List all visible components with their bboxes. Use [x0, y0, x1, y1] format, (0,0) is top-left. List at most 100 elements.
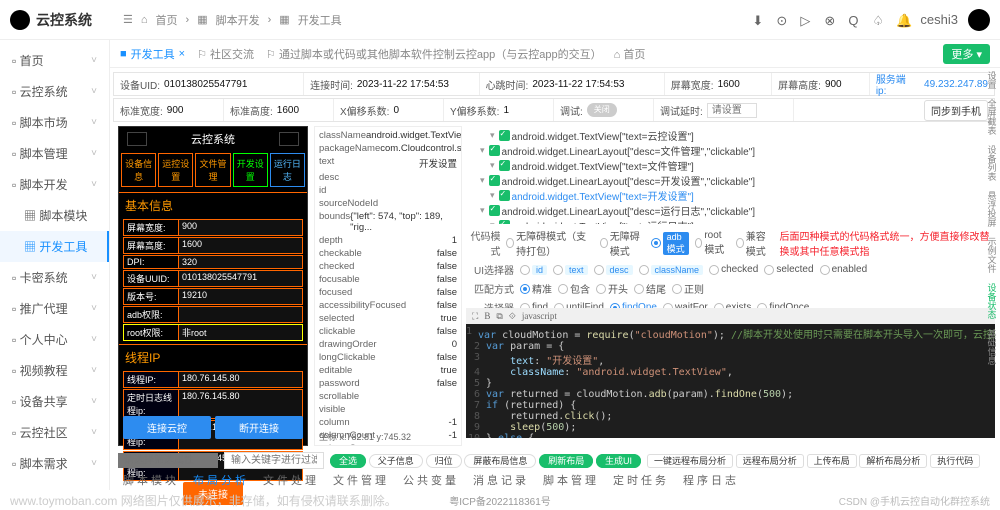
action-button[interactable]: 远程布局分析: [736, 454, 804, 468]
bottom-tab[interactable]: 消息记录: [473, 472, 529, 488]
option-className[interactable]: className: [639, 265, 704, 275]
tree-node[interactable]: ▾ android.widget.TextView["text=文件管理"]: [468, 158, 993, 173]
copy-icon[interactable]: ⧉: [496, 311, 502, 322]
device-tab[interactable]: 文件管理: [195, 153, 230, 187]
rail-item[interactable]: 示例文件: [986, 234, 999, 276]
pill-屏蔽布局信息[interactable]: 屏蔽布局信息: [464, 454, 536, 468]
bottom-tab[interactable]: 文件管理: [333, 472, 389, 488]
tree-node[interactable]: ▾ android.widget.TextView["text=云控设置"]: [468, 128, 993, 143]
device-tab[interactable]: 设备信息: [121, 153, 156, 187]
sidebar-item[interactable]: ▫ 脚本开发˅: [0, 169, 109, 200]
option-结尾[interactable]: 结尾: [634, 281, 666, 296]
sidebar-item[interactable]: ▫ 首页˅: [0, 45, 109, 76]
menu-icon[interactable]: [127, 132, 147, 146]
option-desc[interactable]: desc: [594, 265, 633, 275]
qq-icon[interactable]: Q: [848, 13, 862, 27]
sidebar-item[interactable]: ▫ 脚本管理˅: [0, 138, 109, 169]
sidebar-item[interactable]: ▫ 设备共享˅: [0, 386, 109, 417]
headphone-icon[interactable]: ⊙: [776, 13, 790, 27]
bell-icon[interactable]: 🔔: [896, 13, 910, 27]
option-enabled[interactable]: enabled: [820, 264, 868, 275]
sidebar-item[interactable]: ▫ 云控系统˅: [0, 76, 109, 107]
option-精准[interactable]: 精准: [520, 281, 552, 296]
action-button[interactable]: 上传布局: [807, 454, 857, 468]
play-icon[interactable]: ▷: [800, 13, 814, 27]
action-button[interactable]: 一键远程布局分析: [647, 454, 733, 468]
connect-button[interactable]: 连接云控: [123, 416, 211, 439]
bottom-tab[interactable]: 布局分析: [193, 472, 249, 488]
ui-tree[interactable]: ▾ android.widget.TextView["text=云控设置"]▾ …: [466, 126, 995, 224]
pill-父子信息[interactable]: 父子信息: [369, 454, 423, 468]
avatar-icon[interactable]: [968, 9, 990, 31]
option-text[interactable]: text: [553, 265, 588, 275]
pill-全选[interactable]: 全选: [330, 454, 366, 468]
option-正则[interactable]: 正则: [672, 281, 704, 296]
more-button[interactable]: 更多 ▾: [943, 44, 990, 64]
option-无障碍模式（支持打包）[interactable]: 无障碍模式（支持打包）: [506, 228, 594, 258]
rail-item[interactable]: 设备状态: [986, 280, 999, 322]
sync-button[interactable]: 同步到手机: [924, 100, 988, 121]
sidebar-item[interactable]: ▫ 卡密系统˅: [0, 262, 109, 293]
tree-node[interactable]: ▾ android.widget.LinearLayout["desc=文件管理…: [468, 143, 993, 158]
sidebar-item[interactable]: ▫ 脚本需求˅: [0, 448, 109, 479]
disconnect-button[interactable]: 断开连接: [215, 416, 303, 439]
bold-icon[interactable]: B: [484, 311, 490, 321]
action-button[interactable]: 执行代码: [930, 454, 980, 468]
tree-node[interactable]: ▾ android.widget.LinearLayout["desc=开发设置…: [468, 173, 993, 188]
delay-input[interactable]: [707, 103, 757, 118]
sidebar-item[interactable]: ▫ 脚本市场˅: [0, 107, 109, 138]
option-包含[interactable]: 包含: [558, 281, 590, 296]
right-icon[interactable]: [279, 132, 299, 146]
sidebar-item[interactable]: ▫ 云控社区˅: [0, 417, 109, 448]
filter-keyword-input[interactable]: [224, 452, 324, 469]
action-button[interactable]: 解析布局分析: [859, 454, 927, 468]
tree-node[interactable]: ▾ android.widget.LinearLayout["desc=运行日志…: [468, 203, 993, 218]
tab-home[interactable]: ⌂ 首页: [614, 46, 646, 62]
sidebar-item[interactable]: ▫ 个人中心˅: [0, 324, 109, 355]
rail-item[interactable]: 设备列表: [986, 142, 999, 184]
rail-item[interactable]: 设置: [986, 68, 999, 92]
debug-toggle[interactable]: 关闭: [587, 103, 617, 117]
tab-devtools[interactable]: ■ 开发工具 ×: [120, 46, 185, 62]
option-adb模式[interactable]: adb模式: [651, 232, 689, 255]
option-兼容模式[interactable]: 兼容模式: [736, 228, 773, 258]
sidebar-item[interactable]: ▫ 推广代理˅: [0, 293, 109, 324]
bottom-tab[interactable]: 公共变量: [403, 472, 459, 488]
hamburger-icon[interactable]: ☰: [123, 13, 133, 26]
bottom-tab[interactable]: 文件处理: [263, 472, 319, 488]
shirt-icon[interactable]: ♤: [872, 13, 886, 27]
device-tab[interactable]: 开发设置: [233, 153, 268, 187]
rail-item[interactable]: 基础信息: [986, 326, 999, 368]
rail-item[interactable]: 全屏截表: [986, 96, 999, 138]
option-root模式[interactable]: root模式: [695, 230, 730, 256]
device-tab[interactable]: 运控设置: [158, 153, 193, 187]
user-name[interactable]: ceshi3: [920, 12, 958, 27]
tree-node[interactable]: ▾ android.widget.TextView["text=开发设置"]: [468, 188, 993, 203]
download-icon[interactable]: ⬇: [752, 13, 766, 27]
code-editor[interactable]: ⛶ B ⧉ ⟐ javascript 1var cloudMotion = re…: [466, 308, 995, 438]
sidebar-item[interactable]: ▫ 视频教程˅: [0, 355, 109, 386]
option-id[interactable]: id: [520, 265, 547, 275]
tree-node[interactable]: ▾ android.widget.TextView["text=运行日志"]: [468, 218, 993, 224]
pill-归位[interactable]: 归位: [426, 454, 462, 468]
expand-icon[interactable]: ⛶: [472, 311, 478, 322]
server-ip[interactable]: 49.232.247.89: [924, 79, 988, 90]
format-icon[interactable]: ⟐: [509, 311, 516, 322]
tab-community[interactable]: ⚐ 社区交流: [197, 46, 254, 62]
pill-刷新布局[interactable]: 刷新布局: [539, 454, 593, 468]
sidebar-subitem[interactable]: ▦ 脚本模块: [0, 200, 109, 231]
option-无障碍模式[interactable]: 无障碍模式: [600, 228, 645, 258]
bottom-tab[interactable]: 脚本管理: [543, 472, 599, 488]
bottom-tab[interactable]: 程序日志: [683, 472, 739, 488]
option-checked[interactable]: checked: [709, 264, 758, 275]
pill-生成UI[interactable]: 生成UI: [596, 454, 641, 468]
option-selected[interactable]: selected: [764, 264, 813, 275]
rail-item[interactable]: 悬浮投屏: [986, 188, 999, 230]
bottom-tab[interactable]: 脚本模块: [123, 472, 179, 488]
sidebar-subitem[interactable]: ▦ 开发工具: [0, 231, 109, 262]
device-tab[interactable]: 运行日志: [270, 153, 305, 187]
filter-attr-input[interactable]: [118, 453, 218, 468]
bottom-tab[interactable]: 定时任务: [613, 472, 669, 488]
baidu-icon[interactable]: ⊗: [824, 13, 838, 27]
option-开头[interactable]: 开头: [596, 281, 628, 296]
